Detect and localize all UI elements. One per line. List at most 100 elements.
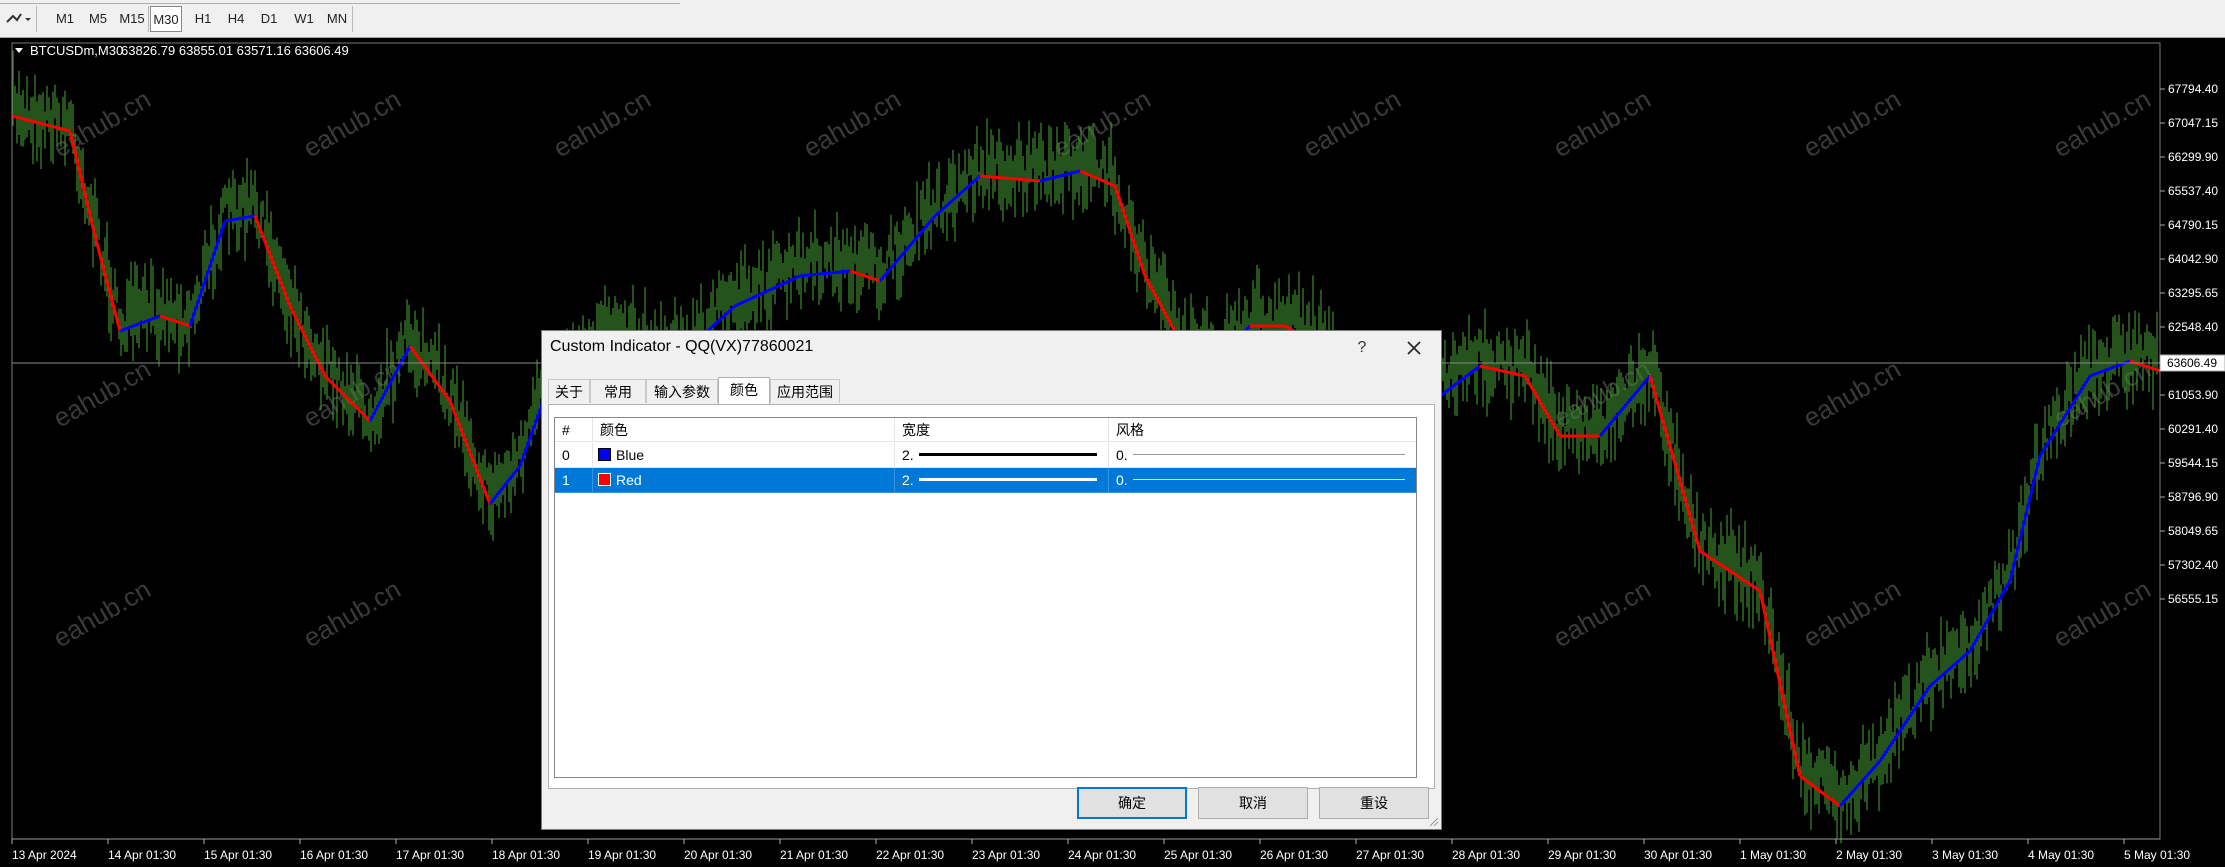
style-line-sample [1133,479,1405,480]
ohlc-values: 63826.79 63855.01 63571.16 63606.49 [121,43,349,58]
price-label: 56555.15 [2168,592,2218,606]
timeframe-button-m1[interactable]: M1 [50,6,80,32]
dialog-title: Custom Indicator - QQ(VX)77860021 [550,338,814,355]
color-cell[interactable]: Blue [593,443,895,468]
time-label: 23 Apr 01:30 [972,848,1040,862]
price-label: 64790.15 [2168,218,2218,232]
width-cell[interactable]: 2. [895,468,1109,493]
time-label: 22 Apr 01:30 [876,848,944,862]
width-line-sample [919,478,1097,481]
cancel-button[interactable]: 取消 [1198,787,1308,819]
time-label: 29 Apr 01:30 [1548,848,1616,862]
color-name: Blue [616,447,645,463]
resize-grip-icon[interactable] [1429,817,1439,827]
timeframe-button-m30[interactable]: M30 [150,6,182,32]
price-label: 63295.65 [2168,286,2218,300]
tab-colors[interactable]: 颜色 [718,377,770,404]
time-label: 30 Apr 01:30 [1644,848,1712,862]
time-label: 21 Apr 01:30 [780,848,848,862]
time-label: 20 Apr 01:30 [684,848,752,862]
chart-toolbar: M1 M5 M15 M30 H1 H4 D1 W1 MN [0,0,2225,38]
color-swatch-red [598,473,611,486]
price-label: 65537.40 [2168,184,2218,198]
price-label: 67047.15 [2168,116,2218,130]
timeframe-button-w1[interactable]: W1 [289,6,319,32]
toolbar-separator [148,6,149,32]
timeframe-button-mn[interactable]: MN [322,6,352,32]
time-label: 3 May 01:30 [1932,848,1998,862]
custom-indicator-dialog: Custom Indicator - QQ(VX)77860021 ? 关于 常… [541,330,1442,830]
price-label: 62548.40 [2168,320,2218,334]
timeframe-button-m15[interactable]: M15 [115,6,149,32]
help-button[interactable]: ? [1349,335,1375,361]
time-label: 16 Apr 01:30 [300,848,368,862]
price-label: 59544.15 [2168,456,2218,470]
current-price-tag: 63606.49 [2159,354,2225,372]
width-cell[interactable]: 2. [895,443,1109,468]
time-label: 25 Apr 01:30 [1164,848,1232,862]
reset-button[interactable]: 重设 [1319,787,1429,819]
style-value: 0. [1116,447,1128,463]
timeframe-button-h4[interactable]: H4 [221,6,251,32]
time-label: 1 May 01:30 [1740,848,1806,862]
toolbar-separator [352,6,353,32]
row-index: 0 [555,443,593,468]
style-cell[interactable]: 0. [1109,443,1416,468]
timeframe-button-d1[interactable]: D1 [254,6,284,32]
width-value: 2. [902,447,914,463]
time-label: 5 May 01:30 [2124,848,2190,862]
column-header-index: # [555,418,593,442]
close-button[interactable] [1400,335,1428,361]
tab-inputs[interactable]: 输入参数 [646,379,718,403]
dialog-tabs: 关于 常用 输入参数 颜色 应用范围 [548,377,1428,405]
table-row[interactable]: 0 Blue 2. 0. [555,443,1416,468]
time-label: 27 Apr 01:30 [1356,848,1424,862]
tab-about[interactable]: 关于 [548,379,590,403]
symbol-header: BTCUSDm,M30 63826.79 63855.01 63571.16 6… [15,43,349,58]
color-name: Red [616,472,642,488]
time-label: 15 Apr 01:30 [204,848,272,862]
price-label: 58796.90 [2168,490,2218,504]
line-tools-icon [6,13,31,23]
column-header-style: 风格 [1109,418,1416,442]
time-label: 4 May 01:30 [2028,848,2094,862]
price-label: 58049.65 [2168,524,2218,538]
close-icon [1407,341,1421,355]
price-label: 67794.40 [2168,82,2218,96]
price-label: 57302.40 [2168,558,2218,572]
column-header-width: 宽度 [895,418,1109,442]
width-line-sample [919,453,1097,456]
time-label: 13 Apr 2024 [12,848,77,862]
toolbar-top-border [0,0,680,4]
time-label: 28 Apr 01:30 [1452,848,1520,862]
row-index: 1 [555,468,593,493]
time-label: 17 Apr 01:30 [396,848,464,862]
time-label: 14 Apr 01:30 [108,848,176,862]
time-label: 18 Apr 01:30 [492,848,560,862]
color-cell[interactable]: Red [593,468,895,493]
tab-common[interactable]: 常用 [590,379,646,403]
style-value: 0. [1116,472,1128,488]
timeframe-button-h1[interactable]: H1 [188,6,218,32]
ok-button[interactable]: 确定 [1077,787,1187,819]
time-label: 24 Apr 01:30 [1068,848,1136,862]
style-cell[interactable]: 0. [1109,468,1416,493]
color-settings-table: # 颜色 宽度 风格 0 Blue 2. 0. 1 Red 2. 0. [554,417,1417,778]
time-label: 2 May 01:30 [1836,848,1902,862]
time-label: 26 Apr 01:30 [1260,848,1328,862]
table-row[interactable]: 1 Red 2. 0. [555,468,1416,493]
current-price-label: 63606.49 [2167,356,2217,370]
time-label: 19 Apr 01:30 [588,848,656,862]
width-value: 2. [902,472,914,488]
chart-tools-dropdown[interactable] [4,8,32,30]
price-label: 61053.90 [2168,388,2218,402]
price-label: 66299.90 [2168,150,2218,164]
column-header-color: 颜色 [593,418,895,442]
timeframe-button-m5[interactable]: M5 [83,6,113,32]
toolbar-separator [36,6,37,32]
style-line-sample [1133,454,1405,455]
color-swatch-blue [598,448,611,461]
tab-visualization[interactable]: 应用范围 [770,379,840,403]
price-label: 60291.40 [2168,422,2218,436]
symbol-label: BTCUSDm,M30 [30,43,123,58]
